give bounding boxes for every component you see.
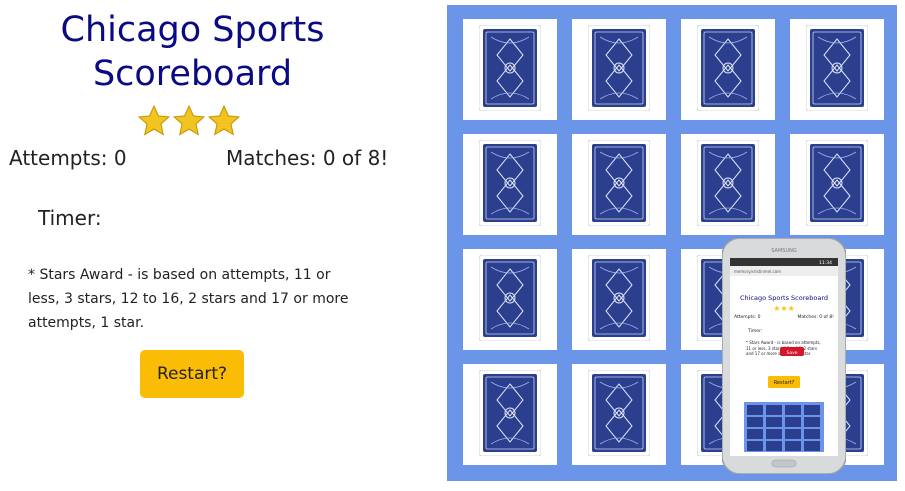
page-title: Chicago Sports Scoreboard	[20, 8, 365, 96]
attempts-counter: Attempts: 0	[9, 146, 127, 170]
title-line-1: Chicago Sports	[60, 10, 325, 50]
memory-card[interactable]	[463, 19, 557, 120]
card-back-icon	[697, 25, 759, 111]
star-rating	[137, 104, 241, 138]
svg-text:Restart?: Restart?	[774, 380, 795, 386]
restart-button[interactable]: Restart?	[140, 350, 244, 398]
card-back-icon	[588, 370, 650, 456]
title-line-2: Scoreboard	[92, 54, 293, 94]
svg-text:★★★: ★★★	[773, 304, 795, 313]
timer-label: Timer:	[38, 206, 102, 230]
memory-card[interactable]	[790, 134, 884, 235]
memory-card[interactable]	[463, 134, 557, 235]
memory-card[interactable]	[681, 134, 775, 235]
card-back-icon	[479, 140, 541, 226]
memory-card[interactable]	[572, 134, 666, 235]
card-back-icon	[479, 370, 541, 456]
card-back-icon	[479, 255, 541, 341]
card-back-icon	[697, 140, 759, 226]
star-icon	[137, 104, 171, 136]
card-back-icon	[806, 25, 868, 111]
svg-text:Save: Save	[786, 350, 797, 356]
card-back-icon	[806, 140, 868, 226]
star-icon	[172, 104, 206, 136]
card-back-icon	[588, 140, 650, 226]
memory-card[interactable]	[572, 364, 666, 465]
svg-text:Timer:: Timer:	[747, 328, 762, 334]
matches-counter: Matches: 0 of 8!	[226, 146, 389, 170]
phone-screenshot-image: SAMSUNG 11:34 memory.kristinmel.com Chic…	[722, 238, 846, 474]
memory-card[interactable]	[463, 249, 557, 350]
svg-text:memory.kristinmel.com: memory.kristinmel.com	[734, 269, 781, 274]
svg-text:Matches: 0 of 8!: Matches: 0 of 8!	[797, 314, 834, 320]
memory-card[interactable]	[572, 249, 666, 350]
card-back-icon	[588, 25, 650, 111]
svg-text:Attempts: 0: Attempts: 0	[734, 314, 761, 320]
memory-card[interactable]	[463, 364, 557, 465]
svg-text:Chicago Sports Scoreboard: Chicago Sports Scoreboard	[740, 294, 828, 302]
svg-text:11:34: 11:34	[819, 260, 832, 266]
card-back-icon	[479, 25, 541, 111]
card-back-icon	[588, 255, 650, 341]
stars-award-note: * Stars Award - is based on attempts, 11…	[28, 267, 349, 331]
memory-card[interactable]	[681, 19, 775, 120]
memory-card[interactable]	[572, 19, 666, 120]
star-icon	[207, 104, 241, 136]
scoreboard-panel: Chicago Sports Scoreboard Attempts: 0 Ma…	[0, 0, 440, 491]
svg-text:SAMSUNG: SAMSUNG	[771, 248, 797, 254]
memory-card[interactable]	[790, 19, 884, 120]
